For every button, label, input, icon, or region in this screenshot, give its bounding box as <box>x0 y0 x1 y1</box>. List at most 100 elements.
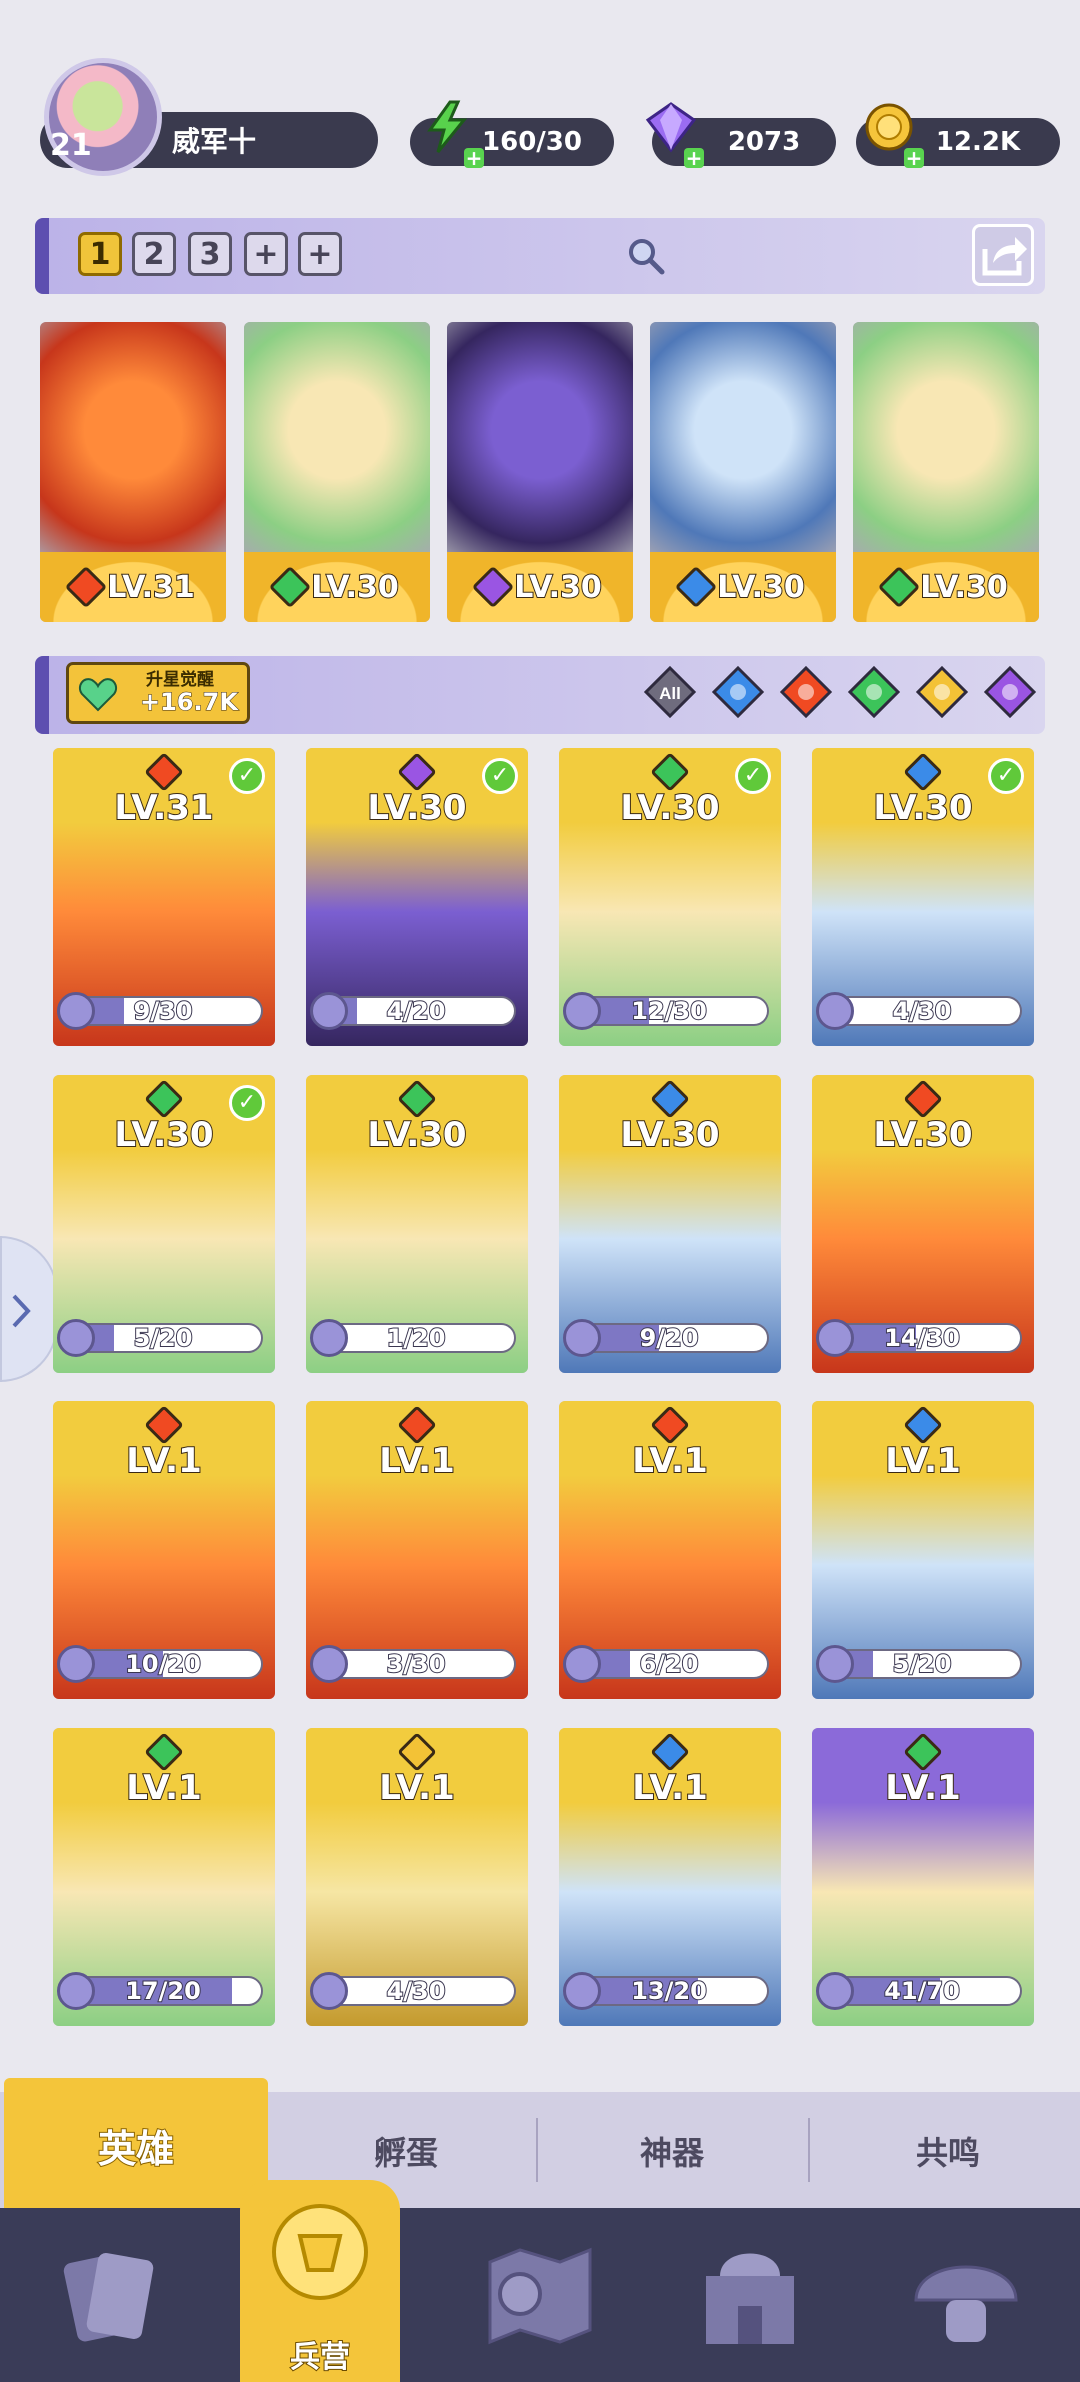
hero-level: LV.30 <box>113 1114 214 1156</box>
team-tab-3[interactable]: 3 <box>188 232 232 276</box>
coin-plus-icon[interactable]: + <box>904 148 924 168</box>
fragment-icon <box>816 1972 854 2010</box>
hero-level: LV.30 <box>366 787 467 829</box>
hero-level: LV.1 <box>631 1440 709 1482</box>
awaken-label: 升星觉醒 <box>146 670 214 690</box>
hero-card[interactable]: LV.30 ✓ 12/30 <box>559 748 781 1046</box>
team-tab-2[interactable]: 2 <box>132 232 176 276</box>
check-icon: ✓ <box>229 1085 265 1121</box>
team-hero-level: LV.30 <box>919 569 1008 606</box>
share-button[interactable] <box>972 224 1034 286</box>
heart-icon <box>78 678 118 712</box>
player-level: 21 <box>50 128 92 163</box>
team-hero-level: LV.30 <box>716 569 805 606</box>
team-hero-level-banner: LV.30 <box>244 552 430 622</box>
tab-divider <box>808 2118 810 2182</box>
fire-element-icon[interactable] <box>780 666 832 718</box>
hero-level: LV.1 <box>884 1440 962 1482</box>
hero-level: LV.30 <box>619 1114 720 1156</box>
hero-card[interactable]: LV.1 10/20 <box>53 1401 275 1699</box>
team-bar <box>35 218 1045 294</box>
hero-portrait <box>853 322 1039 562</box>
hero-portrait <box>650 322 836 562</box>
hero-level: LV.30 <box>366 1114 467 1156</box>
castle-icon[interactable] <box>690 2236 810 2356</box>
dark-element-icon <box>472 565 515 609</box>
fragment-icon <box>310 1972 348 2010</box>
hero-card[interactable]: LV.30 ✓ 4/20 <box>306 748 528 1046</box>
fragment-icon <box>57 1645 95 1683</box>
team-hero-level-banner: LV.31 <box>40 552 226 622</box>
cards-icon[interactable] <box>48 2236 168 2356</box>
fragment-icon <box>816 992 854 1030</box>
team-hero-level: LV.30 <box>513 569 602 606</box>
water-element-icon <box>675 565 718 609</box>
hero-portrait <box>40 322 226 562</box>
fragment-icon <box>816 1645 854 1683</box>
tab-heroes-label: 英雄 <box>97 2126 175 2172</box>
fragment-icon <box>563 1645 601 1683</box>
check-icon: ✓ <box>482 758 518 794</box>
dark-element-icon[interactable] <box>984 666 1036 718</box>
gem-plus-icon[interactable]: + <box>684 148 704 168</box>
team-tab-1[interactable]: 1 <box>78 232 122 276</box>
hero-card[interactable]: LV.31 ✓ 9/30 <box>53 748 275 1046</box>
check-icon: ✓ <box>229 758 265 794</box>
tab-resonance[interactable]: 共鸣 <box>916 2128 980 2174</box>
light-element-icon[interactable] <box>916 666 968 718</box>
fragment-icon <box>310 992 348 1030</box>
chevron-right-icon <box>12 1294 31 1328</box>
team-hero-card[interactable]: LV.30 <box>853 322 1039 622</box>
hero-card[interactable]: LV.30 1/20 <box>306 1075 528 1373</box>
energy-value: 160/30 <box>482 127 582 157</box>
hero-level: LV.30 <box>872 787 973 829</box>
hero-card[interactable]: LV.1 17/20 <box>53 1728 275 2026</box>
mushroom-icon[interactable] <box>906 2236 1026 2356</box>
hero-card[interactable]: LV.1 3/30 <box>306 1401 528 1699</box>
team-hero-card[interactable]: LV.30 <box>244 322 430 622</box>
water-element-icon[interactable] <box>712 666 764 718</box>
gem-value: 2073 <box>727 127 801 157</box>
hero-card[interactable]: LV.1 13/20 <box>559 1728 781 2026</box>
tab-hatch[interactable]: 孵蛋 <box>374 2128 438 2174</box>
wind-element-icon[interactable] <box>848 666 900 718</box>
hero-card[interactable]: LV.30 ✓ 5/20 <box>53 1075 275 1373</box>
hero-level: LV.1 <box>125 1767 203 1809</box>
hero-card[interactable]: LV.1 41/70 <box>812 1728 1034 2026</box>
coin-value: 12.2K <box>935 127 1021 157</box>
hero-card[interactable]: LV.1 6/20 <box>559 1401 781 1699</box>
fragment-icon <box>57 1972 95 2010</box>
hero-level: LV.1 <box>378 1767 456 1809</box>
search-icon[interactable] <box>626 236 666 276</box>
fragment-icon <box>563 992 601 1030</box>
fragment-icon <box>57 992 95 1030</box>
team-hero-level-banner: LV.30 <box>853 552 1039 622</box>
team-hero-card[interactable]: LV.30 <box>447 322 633 622</box>
hero-level: LV.30 <box>619 787 720 829</box>
fragment-icon <box>57 1319 95 1357</box>
hero-card[interactable]: LV.30 14/30 <box>812 1075 1034 1373</box>
hero-card[interactable]: LV.1 4/30 <box>306 1728 528 2026</box>
barracks-icon <box>272 2204 368 2300</box>
hero-level: LV.1 <box>631 1767 709 1809</box>
team-hero-level: LV.31 <box>106 569 195 606</box>
team-hero-level-banner: LV.30 <box>447 552 633 622</box>
hero-card[interactable]: LV.30 ✓ 4/30 <box>812 748 1034 1046</box>
check-icon: ✓ <box>988 758 1024 794</box>
side-expand-handle[interactable] <box>0 1236 58 1382</box>
team-tab-add-2[interactable]: + <box>298 232 342 276</box>
wind-element-icon <box>269 565 312 609</box>
hero-level: LV.1 <box>884 1767 962 1809</box>
team-hero-card[interactable]: LV.31 <box>40 322 226 622</box>
all-filter-icon[interactable]: All <box>644 666 696 718</box>
team-tab-add-1[interactable]: + <box>244 232 288 276</box>
hero-level: LV.31 <box>113 787 214 829</box>
tab-artifact[interactable]: 神器 <box>640 2128 704 2174</box>
hero-card[interactable]: LV.30 9/20 <box>559 1075 781 1373</box>
hero-card[interactable]: LV.1 5/20 <box>812 1401 1034 1699</box>
team-hero-card[interactable]: LV.30 <box>650 322 836 622</box>
energy-plus-icon[interactable]: + <box>464 148 484 168</box>
map-icon[interactable] <box>480 2236 600 2356</box>
check-icon: ✓ <box>735 758 771 794</box>
all-filter-label: All <box>659 684 681 703</box>
